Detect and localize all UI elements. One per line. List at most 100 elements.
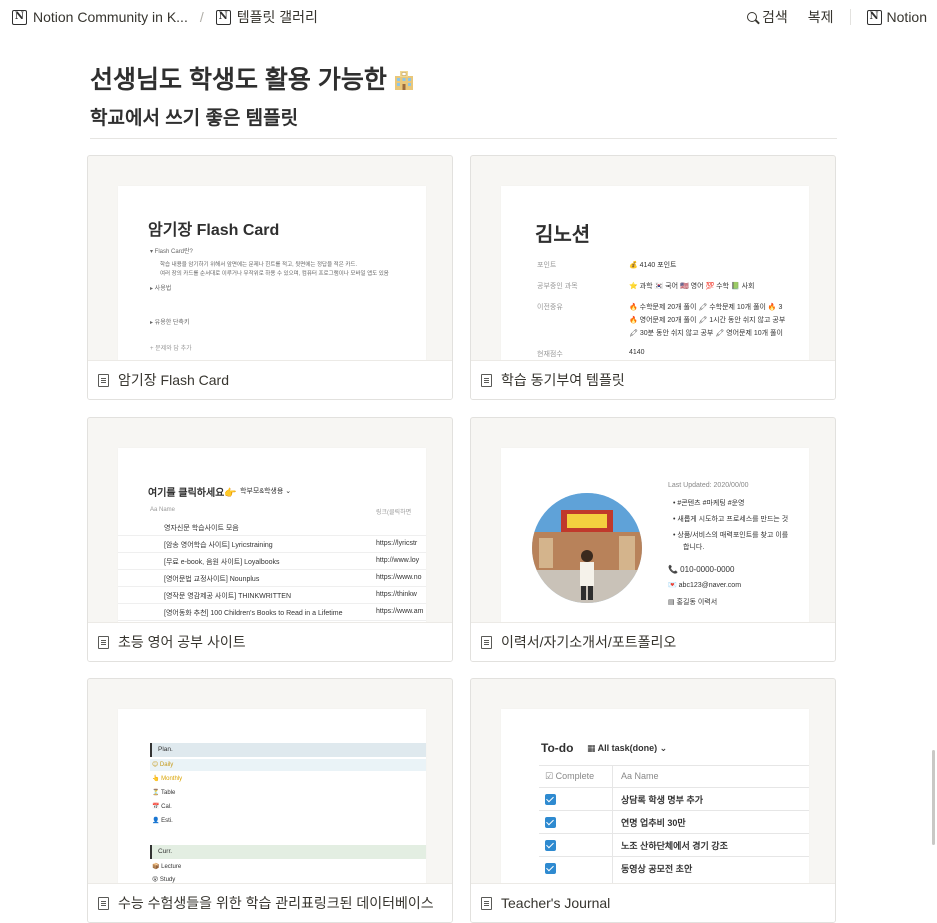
todo-row: 연명 업추비 30만 bbox=[539, 810, 809, 834]
breadcrumb-workspace-label: Notion Community in K... bbox=[33, 9, 188, 25]
row-name: [암송 영어학습 사이트] Lyricstraining bbox=[164, 542, 273, 549]
template-card-teachers-journal[interactable]: To-do ▦ All task(done) ⌄ ☑ Complete Aa N… bbox=[470, 678, 836, 923]
todo-name: 상담록 학생 명부 추가 bbox=[621, 795, 704, 805]
preview-add: + 문제와 답 추가 bbox=[150, 346, 192, 352]
col-name: Aa Name bbox=[621, 771, 659, 781]
card-title: 수능 수험생들을 위한 학습 관리표링크된 데이터베이스 bbox=[118, 895, 434, 911]
checkbox-checked-icon[interactable] bbox=[545, 840, 556, 851]
card-caption: 수능 수험생들을 위한 학습 관리표링크된 데이터베이스 bbox=[88, 883, 452, 922]
breadcrumb-gallery[interactable]: N 템플릿 갤러리 bbox=[212, 7, 322, 27]
table-border bbox=[539, 765, 809, 766]
card-caption: Teacher's Journal bbox=[471, 883, 835, 922]
page-icon bbox=[481, 373, 492, 387]
template-card-resume[interactable]: Last Updated: 2020/00/00 • #콘텐츠 #마케팅 #운영… bbox=[470, 417, 836, 662]
row-link: https://www.no bbox=[376, 574, 422, 581]
preview-view-selector: 학부모&학생용 ⌄ bbox=[240, 488, 292, 495]
preview-prop-label: 포인트 bbox=[537, 262, 557, 269]
profile-photo bbox=[532, 493, 642, 603]
section-header bbox=[150, 845, 426, 859]
row-link: https://lyricstr bbox=[376, 540, 418, 547]
template-card-study-planner[interactable]: Plan. 😊 Daily 👆 Monthly ⏳ Table 📅 Cal. 👤… bbox=[87, 678, 453, 923]
card-title: 학습 동기부여 템플릿 bbox=[501, 372, 625, 388]
preview-prop-value: 4140 bbox=[629, 349, 645, 356]
checkbox-checked-icon[interactable] bbox=[545, 817, 556, 828]
search-label: 검색 bbox=[762, 9, 788, 25]
resume-bullet: • 상품/서비스의 매력포인트를 찾고 이를 bbox=[673, 532, 789, 539]
col-complete: ☑ Complete bbox=[545, 771, 595, 781]
card-title: 암기장 Flash Card bbox=[118, 372, 229, 388]
notion-brand-button[interactable]: N Notion bbox=[857, 9, 937, 25]
todo-row: 상담록 학생 명부 추가 bbox=[539, 787, 809, 811]
row-name: [무료 e-book, 음원 사이트] Loyalbooks bbox=[164, 559, 280, 566]
duplicate-button[interactable]: 복제 bbox=[798, 7, 844, 27]
school-icon bbox=[394, 71, 413, 90]
template-card-flashcard[interactable]: 암기장 Flash Card ▾ Flash Card란? 학습 내용을 암기하… bbox=[87, 155, 453, 400]
preview-toggle: ▸ 유용한 단축키 bbox=[150, 320, 190, 326]
preview-prop-value: ⭐ 과학 🇰🇷 국어 🇺🇸 영어 💯 수학 📗 사회 bbox=[629, 283, 755, 290]
todo-name: 노조 산하단체에서 경기 강조 bbox=[621, 841, 728, 851]
preview-title: 여기를 클릭하세요👉 bbox=[148, 488, 237, 499]
bullet-text: 새롭게 시도하고 프로세스를 만드는 것 bbox=[677, 516, 789, 523]
preview-col-name: Aa Name bbox=[150, 507, 176, 513]
preview-view-selector: ▦ All task(done) ⌄ bbox=[587, 743, 668, 753]
breadcrumb-workspace[interactable]: N Notion Community in K... bbox=[8, 9, 192, 25]
todo-row: 동영상 공모전 초안 bbox=[539, 856, 809, 880]
row-link: https://www.am bbox=[376, 608, 424, 615]
preview-text: 여러 장의 카드를 순서대로 이루거나 무작위로 하용 수 있으며, 컴퓨터 프… bbox=[160, 271, 389, 277]
preview-toggle: ▸ 사용법 bbox=[150, 286, 172, 292]
checkbox-checked-icon[interactable] bbox=[545, 863, 556, 874]
preview-text: 학습 내용을 암기하기 위해서 앞면에는 문제나 힌트를 적고, 뒷면에는 정답… bbox=[160, 262, 357, 268]
page-title-text: 선생님도 학생도 활용 가능한 bbox=[90, 66, 387, 94]
preview-prop-label: 공부중인 과목 bbox=[537, 283, 578, 290]
page-icon bbox=[481, 635, 492, 649]
preview-prop-value: 🔥 영어문제 20개 풀이 🖍 1시간 동안 쉬지 않고 공부 bbox=[629, 317, 786, 324]
planner-item: 📦 Lecture bbox=[152, 864, 182, 870]
bullet-text: 상품/서비스의 매력포인트를 찾고 이를 bbox=[677, 532, 789, 539]
preview-title: 김노션 bbox=[535, 224, 591, 246]
card-preview: To-do ▦ All task(done) ⌄ ☑ Complete Aa N… bbox=[501, 709, 809, 885]
page-icon bbox=[98, 635, 109, 649]
bullet-text: 합니다. bbox=[683, 544, 705, 551]
row-name: 영자신문 학습사이트 모음 bbox=[164, 525, 239, 532]
row-name: [영어문법 교정사이트] Nounplus bbox=[164, 576, 260, 583]
preview-table-row: [영어문법 교정사이트] Nounplus https://www.no bbox=[118, 569, 426, 587]
row-name: [영작문 영감제공 사이트] THINKWRITTEN bbox=[164, 593, 292, 600]
preview-prop-value: 🖍 30분 동안 쉬지 않고 공부 🖍 영어문제 10개 풀이 bbox=[629, 330, 783, 337]
resume-bullet: • #콘텐츠 #마케팅 #운영 bbox=[673, 500, 745, 507]
section-label: Plan. bbox=[158, 746, 173, 753]
row-link: https://thinkw bbox=[376, 591, 417, 598]
search-icon bbox=[747, 12, 757, 22]
preview-table-row: 영자신문 학습사이트 모음 bbox=[118, 518, 426, 536]
top-bar: N Notion Community in K... / N 템플릿 갤러리 검… bbox=[0, 0, 937, 34]
resume-bullet: • 새롭게 시도하고 프로세스를 만드는 것 bbox=[673, 516, 789, 523]
checkbox-checked-icon[interactable] bbox=[545, 794, 556, 805]
preview-table-row: [영어동화 추천] 100 Children's Books to Read i… bbox=[118, 603, 426, 621]
page-title: 선생님도 학생도 활용 가능한 bbox=[90, 60, 415, 96]
search-button[interactable]: 검색 bbox=[737, 7, 798, 27]
notion-logo-icon: N bbox=[215, 9, 231, 25]
preview-title: To-do bbox=[541, 741, 574, 755]
preview-prop-value: 💰 4140 포인트 bbox=[629, 262, 677, 269]
todo-row: 노조 산하단체에서 경기 강조 bbox=[539, 833, 809, 857]
preview-prop-value: 🔥 수학문제 20개 풀이 🖍 수학문제 10개 풀이 🔥 3 bbox=[629, 304, 783, 311]
card-caption: 이력서/자기소개서/포트폴리오 bbox=[471, 622, 835, 661]
planner-item: 👆 Monthly bbox=[152, 776, 183, 782]
last-updated: Last Updated: 2020/00/00 bbox=[668, 482, 749, 489]
template-card-motivation[interactable]: 김노션 포인트 💰 4140 포인트 공부중인 과목 ⭐ 과학 🇰🇷 국어 🇺🇸… bbox=[470, 155, 836, 400]
row-name: [영어동화 추천] 100 Children's Books to Read i… bbox=[164, 610, 343, 617]
card-caption: 초등 영어 공부 사이트 bbox=[88, 622, 452, 661]
planner-item: 😊 Daily bbox=[152, 762, 174, 768]
template-card-english-sites[interactable]: 여기를 클릭하세요👉 학부모&학생용 ⌄ Aa Name 링크(클릭하면 영자신… bbox=[87, 417, 453, 662]
card-preview: Last Updated: 2020/00/00 • #콘텐츠 #마케팅 #운영… bbox=[501, 448, 809, 624]
card-title: Teacher's Journal bbox=[501, 895, 611, 911]
resume-name: ▤ 홍길동 이력서 bbox=[668, 599, 718, 606]
scrollbar[interactable] bbox=[932, 750, 935, 845]
breadcrumb-separator: / bbox=[199, 9, 204, 25]
bullet-text: #콘텐츠 #마케팅 #운영 bbox=[677, 500, 745, 507]
planner-item: ⏳ Table bbox=[152, 790, 176, 796]
heading-divider bbox=[90, 138, 837, 139]
page-icon bbox=[98, 373, 109, 387]
page-icon bbox=[98, 896, 109, 910]
notion-brand-label: Notion bbox=[886, 9, 927, 25]
divider bbox=[849, 9, 851, 25]
